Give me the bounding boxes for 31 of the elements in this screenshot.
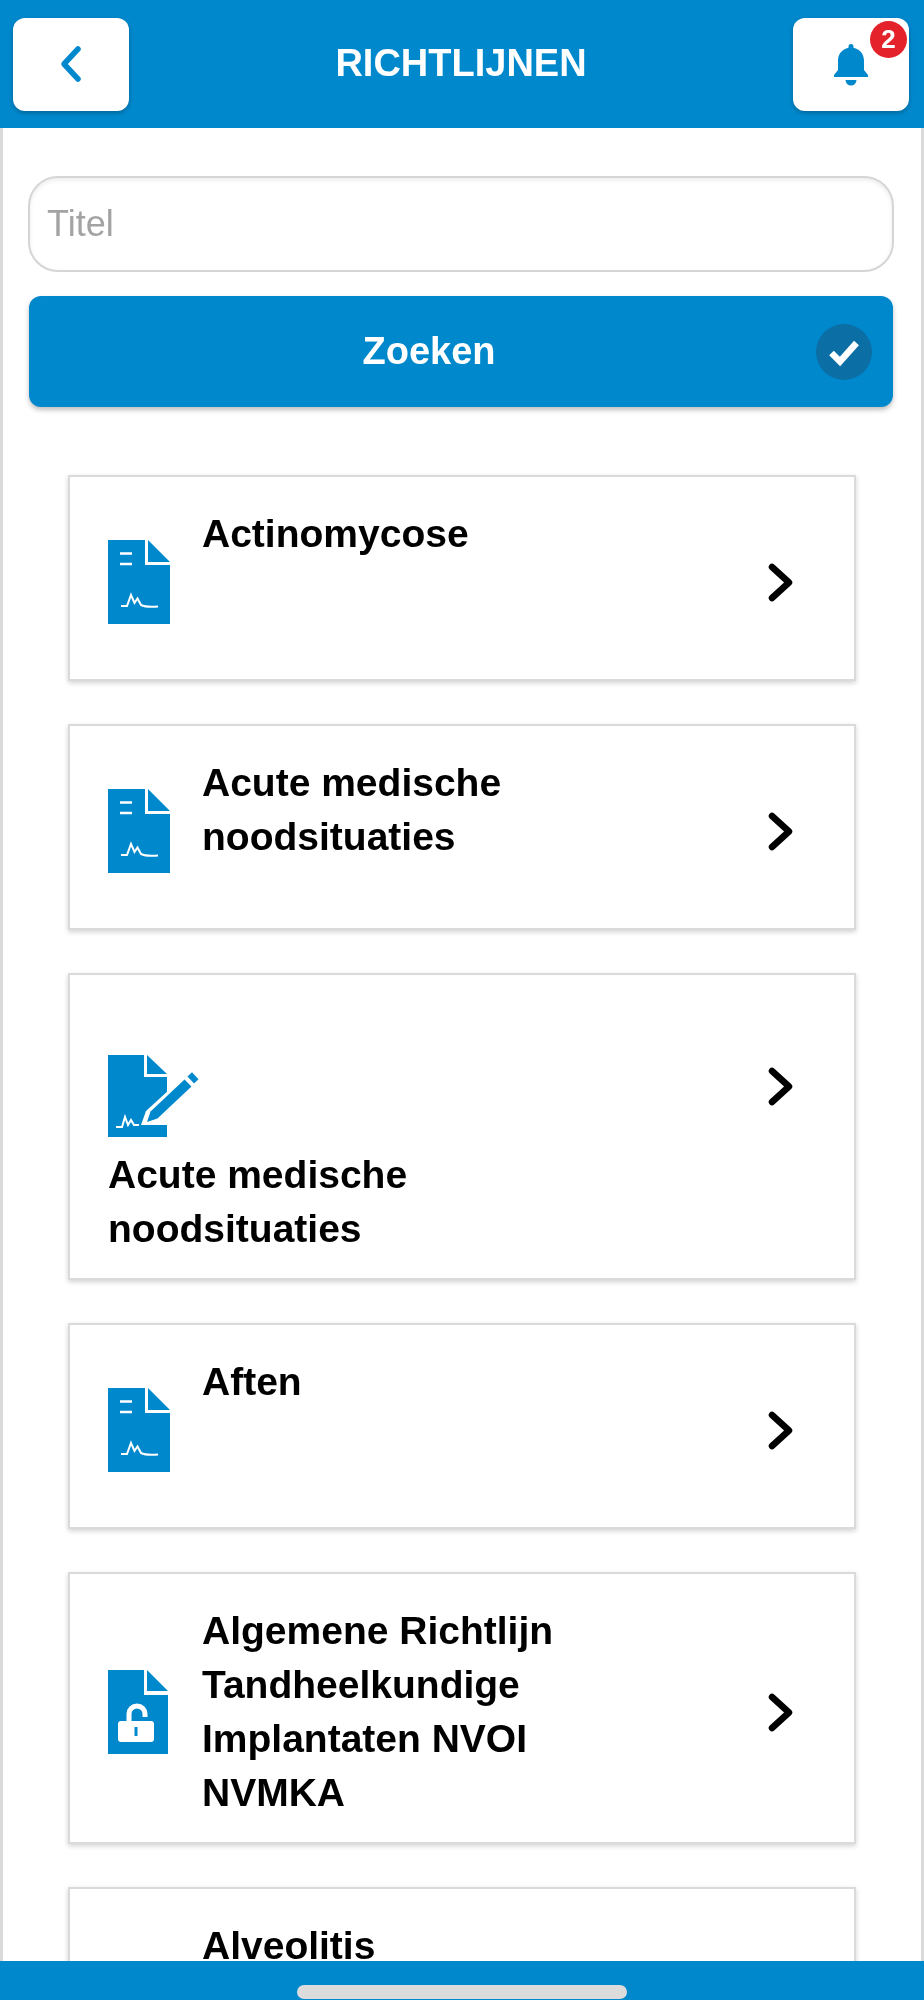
guideline-title: Acute medische noodsituaties xyxy=(202,760,503,860)
guideline-title: Alveolitis xyxy=(202,1923,377,1961)
bell-icon xyxy=(832,42,870,86)
document-icon xyxy=(108,1388,170,1472)
guideline-title: Aften xyxy=(202,1359,303,1405)
guideline-card[interactable]: Aften xyxy=(68,1323,856,1529)
notifications-button[interactable]: 2 xyxy=(793,17,909,111)
guideline-title: Actinomycose xyxy=(202,511,470,557)
guideline-card[interactable]: Alveolitis xyxy=(68,1887,856,1961)
back-button[interactable] xyxy=(13,17,129,111)
guideline-title: Algemene Richtlijn Tandheelkundige Implantaten NVOI NVMKA xyxy=(202,1608,555,1816)
document-icon xyxy=(108,789,170,873)
chevron-right-icon xyxy=(767,562,795,602)
guideline-card[interactable]: Algemene Richtlijn Tandheelkundige Implantaten NVOI NVMKA xyxy=(68,1572,856,1844)
search-field[interactable]: Titel xyxy=(28,176,894,272)
check-icon xyxy=(816,323,872,380)
document-pencil-icon xyxy=(108,1055,199,1137)
chevron-right-icon xyxy=(767,1067,795,1106)
guideline-title: Acute medische noodsituaties xyxy=(108,1152,409,1252)
guideline-card[interactable]: Acute medische noodsituaties xyxy=(68,724,856,930)
guideline-card[interactable]: Actinomycose xyxy=(68,475,856,681)
guideline-card[interactable]: Acute medische noodsituaties xyxy=(68,973,856,1280)
chevron-right-icon xyxy=(767,1410,795,1450)
page-title: RICHTLIJNEN xyxy=(335,41,587,87)
chevron-left-icon xyxy=(59,45,83,83)
search-button[interactable]: Zoeken xyxy=(29,296,893,407)
notification-badge: 2 xyxy=(870,20,907,58)
document-icon xyxy=(108,540,170,624)
chevron-right-icon xyxy=(767,811,795,851)
chevron-right-icon xyxy=(767,1692,795,1732)
document-padlock-icon xyxy=(108,1670,168,1754)
